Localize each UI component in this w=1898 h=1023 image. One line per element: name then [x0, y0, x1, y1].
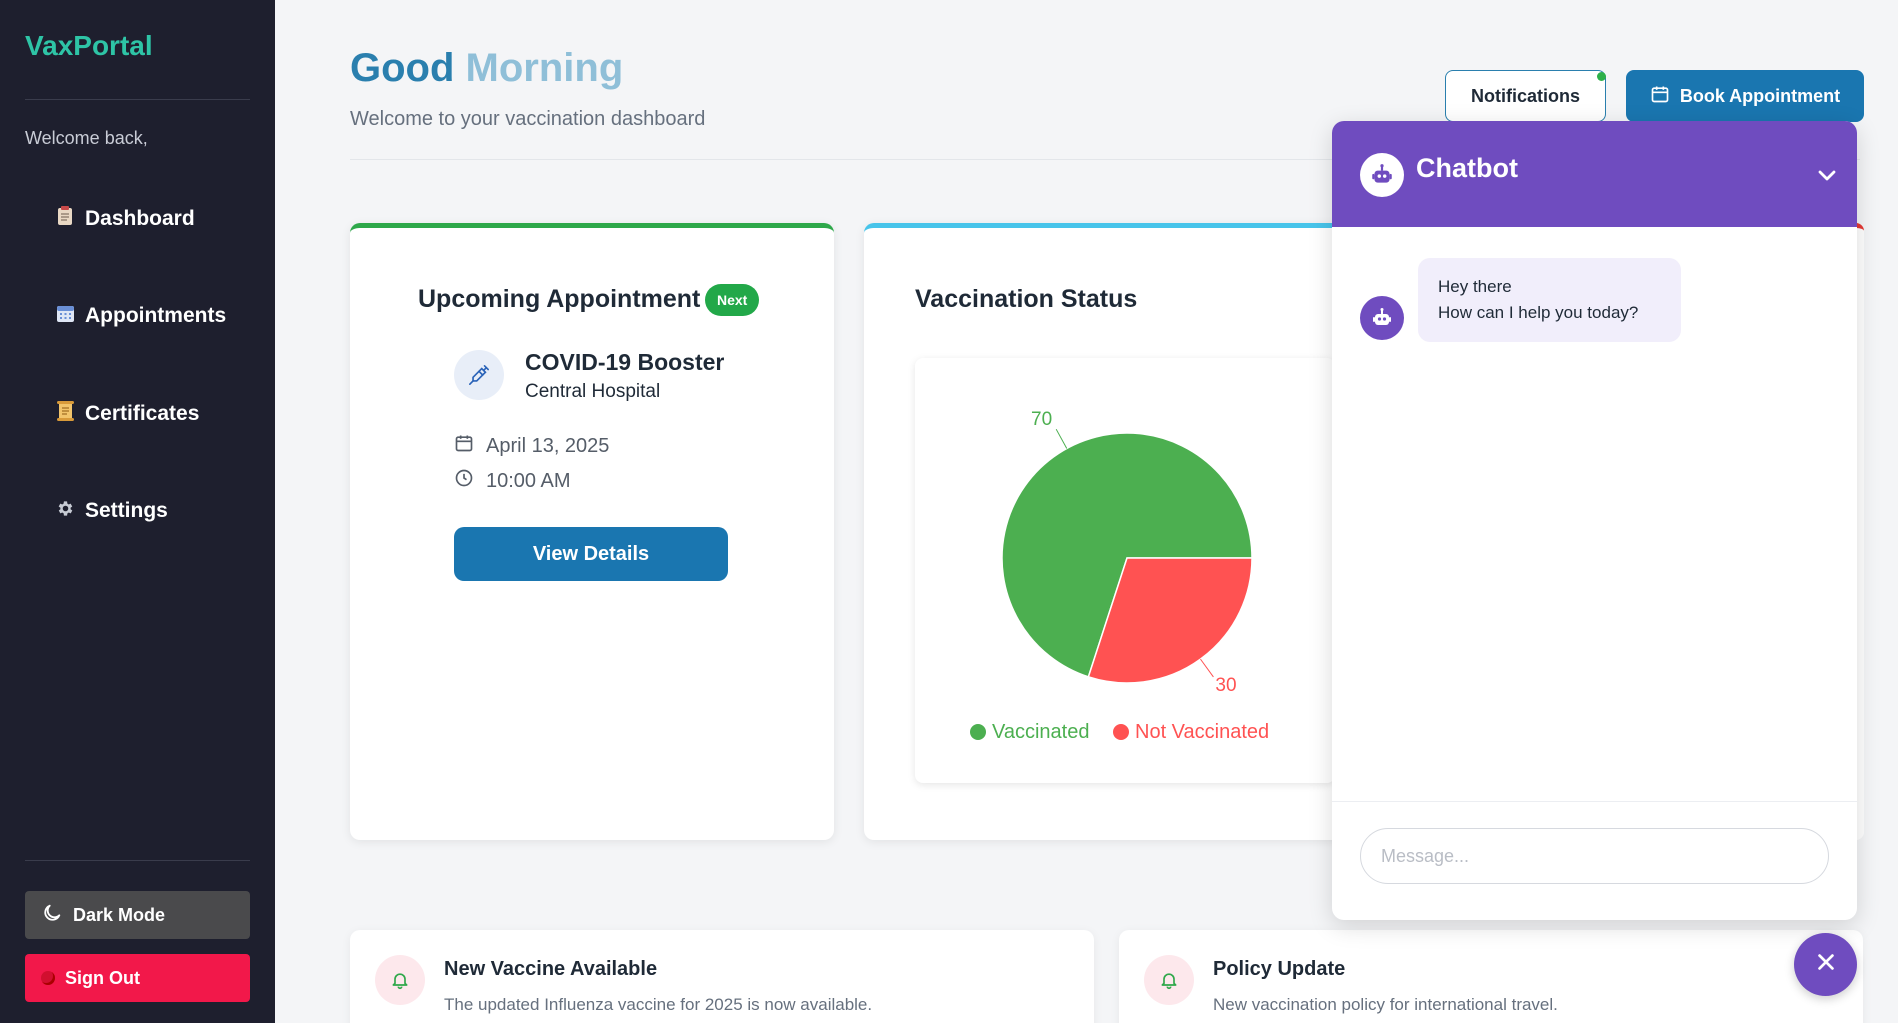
status-badge: Next: [705, 284, 760, 316]
close-icon: [1815, 951, 1837, 978]
chevron-down-icon[interactable]: [1815, 163, 1839, 192]
notifications-label: Notifications: [1470, 85, 1580, 106]
sign-out-label: Sign Out: [65, 967, 140, 988]
appointment-time-row: 10:00 AM: [454, 468, 571, 494]
notifications-button[interactable]: Notifications: [1445, 70, 1606, 122]
notification-dot: [1597, 72, 1606, 81]
notification-card[interactable]: Policy Update New vaccination policy for…: [1119, 930, 1863, 1023]
card-title: Upcoming Appointment: [418, 285, 701, 313]
chatbot-title: Chatbot: [1416, 153, 1518, 183]
view-details-button[interactable]: View Details: [454, 527, 728, 581]
appointment-date-row: April 13, 2025: [454, 433, 609, 459]
sidebar-item-label: Certificates: [85, 401, 200, 425]
chat-message-line: Hey there: [1438, 277, 1512, 296]
chatbot-header: Chatbot: [1332, 121, 1857, 227]
sidebar-item-label: Settings: [85, 499, 168, 522]
pie-value-label: 70: [1031, 409, 1052, 430]
robot-icon: [1360, 153, 1404, 197]
close-chat-button[interactable]: [1794, 933, 1857, 996]
sidebar-item-certificates[interactable]: Certificates: [55, 401, 199, 426]
appointment-location: Central Hospital: [525, 381, 661, 402]
sidebar-item-appointments[interactable]: Appointments: [55, 304, 226, 328]
book-appointment-button[interactable]: Book Appointment: [1626, 70, 1864, 122]
notification-title: New Vaccine Available: [444, 958, 658, 980]
vaccination-status-card: Vaccination Status 70 30 Vaccinated Not Vac…: [864, 223, 1364, 840]
appointment-time: 10:00 AM: [486, 469, 571, 492]
upcoming-appointment-card: Upcoming Appointment Next COVID-19 Boost…: [350, 223, 834, 840]
notification-text: New vaccination policy for international…: [1213, 995, 1558, 1014]
dark-mode-button[interactable]: Dark Mode: [25, 891, 250, 939]
card-title: Vaccination Status: [915, 285, 1138, 313]
legend-label[interactable]: Vaccinated: [992, 721, 1089, 743]
bell-icon: [1144, 955, 1194, 1005]
status-card-edge: [1856, 223, 1864, 840]
moon-icon: [41, 902, 63, 929]
chat-message-bubble: Hey there How can I help you today?: [1418, 258, 1681, 342]
chat-message-input[interactable]: [1360, 828, 1829, 884]
chatbot-panel: Chatbot Hey there How can I help you tod…: [1332, 121, 1857, 920]
page-title: Good Morning: [350, 46, 623, 91]
calendar-icon: [454, 433, 474, 459]
clipboard-icon: [55, 206, 75, 231]
chat-message-line: How can I help you today?: [1438, 303, 1639, 322]
notification-title: Policy Update: [1213, 958, 1346, 980]
sidebar-item-dashboard[interactable]: Dashboard: [55, 206, 195, 231]
sidebar: VaxPortal Welcome back, Dashboard Appoin…: [0, 0, 275, 1023]
legend-swatch: [1113, 724, 1129, 740]
notification-card[interactable]: New Vaccine Available The updated Influe…: [350, 930, 1094, 1023]
sidebar-divider: [25, 99, 250, 100]
clock-icon: [454, 468, 474, 494]
robot-icon: [1360, 296, 1404, 340]
sidebar-divider: [25, 860, 250, 861]
syringe-icon: [454, 350, 504, 400]
pie-leader-line: [1200, 658, 1214, 678]
sidebar-item-label: Dashboard: [85, 206, 195, 230]
legend-swatch: [970, 724, 986, 740]
brand-logo[interactable]: VaxPortal: [25, 30, 153, 62]
appointment-date: April 13, 2025: [486, 434, 610, 457]
welcome-text: Welcome back,: [25, 128, 148, 148]
sidebar-item-label: Appointments: [85, 304, 227, 327]
dark-mode-label: Dark Mode: [73, 904, 166, 925]
scroll-icon: [55, 401, 75, 426]
pie-chart-container: 70 30 Vaccinated Not Vaccinated: [915, 358, 1335, 783]
calendar-icon: [55, 304, 75, 328]
red-circle-icon: [41, 971, 55, 985]
legend-label[interactable]: Not Vaccinated: [1135, 721, 1269, 743]
pie-leader-line: [1055, 428, 1068, 449]
gear-icon: [55, 499, 75, 523]
page-subtitle: Welcome to your vaccination dashboard: [350, 108, 706, 130]
calendar-icon: [1650, 84, 1670, 109]
pie-chart: 70 30 Vaccinated Not Vaccinated: [970, 409, 1269, 743]
sidebar-item-settings[interactable]: Settings: [55, 499, 168, 523]
pie-value-label: 30: [1215, 675, 1236, 696]
greeting-word: Morning: [465, 46, 624, 90]
chat-footer-divider: [1332, 801, 1857, 802]
bell-icon: [375, 955, 425, 1005]
vaccine-name: COVID-19 Booster: [525, 349, 725, 375]
greeting-word: Good: [350, 46, 455, 90]
notification-text: The updated Influenza vaccine for 2025 i…: [444, 995, 873, 1014]
book-appointment-label: Book Appointment: [1679, 85, 1841, 106]
sign-out-button[interactable]: Sign Out: [25, 954, 250, 1002]
